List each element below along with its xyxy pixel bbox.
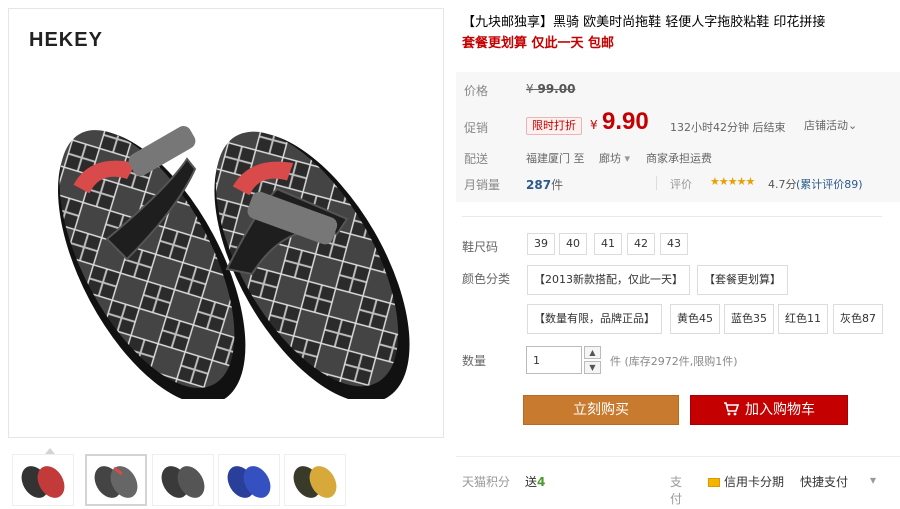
ship-origin: 福建厦门 — [526, 152, 570, 165]
review-label: 评价 — [670, 178, 692, 191]
size-option-41[interactable]: 41 — [594, 233, 622, 255]
stock-note: 件 (库存2972件,限购1件) — [610, 355, 738, 368]
price-panel: 价格 ¥ 99.00 促销 限时打折 ¥ 9.90 132小时42分钟 后结束 … — [456, 72, 900, 202]
divider — [456, 456, 900, 457]
size-label: 鞋尺码 — [462, 240, 499, 254]
sandals-image — [57, 126, 410, 399]
color-option-bundle[interactable]: 【套餐更划算】 — [697, 265, 788, 295]
size-option-40[interactable]: 40 — [559, 233, 587, 255]
color-option-yellow[interactable]: 黄色45 — [670, 304, 720, 334]
color-option-limited[interactable]: 【数量有限，品牌正品】 — [527, 304, 662, 334]
color-option-red[interactable]: 红色11 — [778, 304, 828, 334]
points-label: 天猫积分 — [462, 475, 511, 489]
product-subtitle: 套餐更划算 仅此一天 包邮 — [462, 36, 615, 51]
credit-installment[interactable]: 信用卡分期 — [708, 473, 784, 490]
payment-label: 支付 — [670, 475, 683, 506]
divider — [462, 216, 882, 217]
ship-destination: 廊坊 — [599, 152, 621, 165]
monthly-sales: 287件 — [526, 176, 563, 193]
buy-now-button[interactable]: 立刻购买 — [523, 395, 679, 425]
ship-to-word: 至 — [573, 152, 585, 165]
thumbnail-strip — [8, 448, 444, 508]
original-price: ¥ 99.00 — [526, 82, 575, 96]
chevron-down-icon: ⌄ — [848, 119, 858, 132]
monthly-sales-unit: 件 — [551, 178, 564, 192]
credit-installment-label: 信用卡分期 — [724, 475, 785, 489]
shop-activity-dropdown[interactable]: 店铺活动⌄ — [804, 117, 857, 133]
promo-countdown: 132小时42分钟 后结束 — [670, 121, 786, 134]
ship-from: 福建厦门 至 — [526, 150, 585, 166]
monthly-sales-count: 287 — [526, 178, 552, 192]
thumbnail-blue[interactable] — [218, 454, 280, 506]
product-header: 【九块邮独享】黑骑 欧美时尚拖鞋 轻便人字拖胶粘鞋 印花拼接 套餐更划算 仅此一… — [462, 12, 898, 54]
points-give: 送 — [525, 475, 538, 489]
divider — [656, 176, 657, 190]
shipping-fee: 商家承担运费 — [646, 152, 712, 165]
shop-activity-label: 店铺活动 — [804, 119, 848, 132]
size-option-42[interactable]: 42 — [627, 233, 655, 255]
caret-down-icon[interactable]: ▾ — [870, 473, 876, 487]
sales-label: 月销量 — [464, 178, 501, 192]
star-rating-icon: ★★★★★ — [710, 175, 755, 188]
add-to-cart-label: 加入购物车 — [745, 402, 815, 418]
ship-destination-dropdown[interactable]: 廊坊 ▾ — [599, 150, 630, 166]
footer-row: 天猫积分 送4 支付 信用卡分期 快捷支付 ▾ — [462, 473, 876, 506]
promo-currency-symbol: ¥ — [590, 118, 598, 132]
size-option-39[interactable]: 39 — [527, 233, 555, 255]
product-main-image[interactable]: HEKEY — [8, 8, 444, 438]
original-price-value: 99.00 — [537, 82, 576, 96]
promo-price: 9.90 — [602, 108, 649, 135]
limited-discount-badge: 限时打折 — [526, 117, 582, 135]
credit-card-icon — [708, 478, 720, 487]
brand-logo: HEKEY — [29, 29, 103, 51]
thumbnail-grey[interactable] — [152, 454, 214, 506]
quantity-decrease-button[interactable]: ▼ — [584, 361, 601, 374]
quantity-increase-button[interactable]: ▲ — [584, 346, 601, 359]
product-title: 【九块邮独享】黑骑 欧美时尚拖鞋 轻便人字拖胶粘鞋 印花拼接 — [462, 15, 826, 30]
cart-icon — [724, 402, 740, 416]
points-value: 送4 — [525, 473, 545, 490]
thumbnail-red[interactable] — [12, 454, 74, 506]
promo-label: 促销 — [464, 121, 489, 135]
size-option-43[interactable]: 43 — [660, 233, 688, 255]
price-label: 价格 — [464, 84, 489, 98]
quantity-input[interactable] — [526, 346, 582, 374]
color-option-grey[interactable]: 灰色87 — [833, 304, 883, 334]
shipping-label: 配送 — [464, 152, 489, 166]
quantity-label: 数量 — [462, 354, 487, 368]
points-number: 4 — [537, 475, 546, 489]
quick-pay[interactable]: 快捷支付 — [800, 473, 848, 490]
color-option-blue[interactable]: 蓝色35 — [724, 304, 774, 334]
review-score: 4.7分 — [768, 178, 797, 191]
currency-symbol: ¥ — [526, 82, 534, 96]
thumbnail-black-white[interactable] — [85, 454, 147, 506]
review-count-link[interactable]: (累计评价89) — [796, 176, 863, 192]
add-to-cart-button[interactable]: 加入购物车 — [690, 395, 848, 425]
color-label: 颜色分类 — [462, 272, 511, 286]
caret-down-icon: ▾ — [624, 152, 631, 165]
color-option-2013-new[interactable]: 【2013新款搭配，仅此一天】 — [527, 265, 690, 295]
thumbnail-yellow[interactable] — [284, 454, 346, 506]
